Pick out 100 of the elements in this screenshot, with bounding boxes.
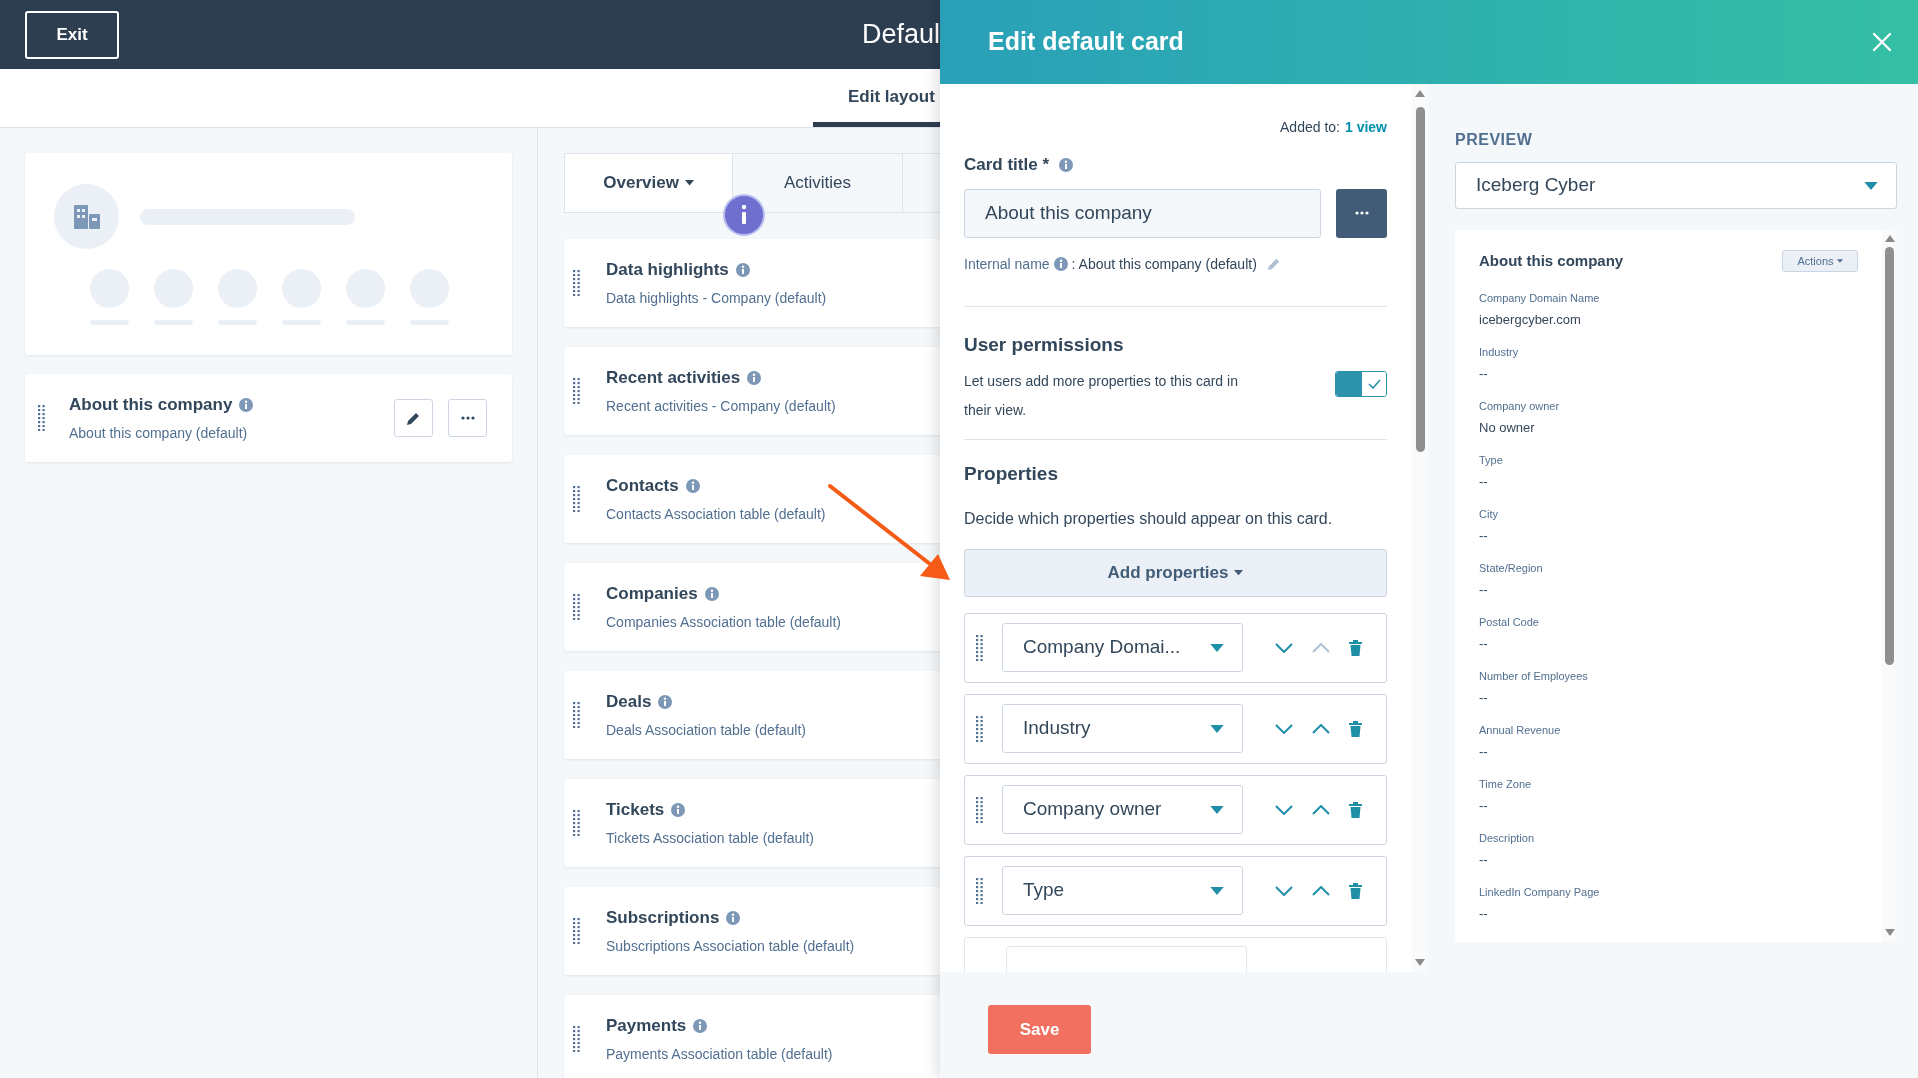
info-icon (1053, 257, 1068, 271)
property-select[interactable]: Industry (1002, 704, 1243, 753)
card-title: Deals (606, 690, 652, 713)
views-link[interactable]: 1 view (1344, 117, 1387, 138)
chevron-up-icon[interactable] (1312, 804, 1330, 815)
property-select[interactable]: Type (1002, 866, 1243, 915)
property-select[interactable]: Company Domai... (1002, 623, 1243, 672)
drag-handle-icon[interactable] (573, 1026, 580, 1052)
field-value: -- (1479, 526, 1489, 545)
info-icon (685, 478, 700, 493)
card-title: Recent activities (606, 366, 741, 389)
close-icon[interactable] (1872, 32, 1892, 52)
field-label: Postal Code (1479, 614, 1540, 629)
chevron-down-icon[interactable] (1275, 804, 1293, 815)
card-title: Subscriptions (606, 906, 720, 929)
drag-handle-icon[interactable] (976, 877, 983, 904)
drag-handle-icon[interactable] (573, 918, 580, 944)
field-value: -- (1479, 580, 1489, 599)
trash-icon[interactable] (1349, 882, 1362, 899)
card-title: Tickets (606, 798, 665, 821)
field-label: Card title * (964, 154, 1050, 176)
scroll-down-icon[interactable] (1415, 959, 1425, 966)
drag-handle-icon[interactable] (573, 270, 580, 296)
chevron-down-icon[interactable] (1275, 885, 1293, 896)
card-subtitle: Contacts Association table (default) (606, 505, 826, 525)
caret-icon (1210, 724, 1224, 733)
field-value: -- (1479, 634, 1489, 653)
field-label: State/Region (1479, 560, 1544, 575)
card-title: Companies (606, 582, 698, 605)
check-icon (1367, 379, 1381, 389)
panel-title: Edit default card (988, 26, 1184, 58)
scrollbar-thumb[interactable] (1885, 247, 1894, 665)
field-value: No owner (1479, 418, 1536, 437)
info-beacon-icon[interactable] (723, 194, 765, 236)
internal-name-label: Internal name (964, 254, 1050, 274)
field-label: Company Domain Name (1479, 290, 1601, 305)
card-subtitle: About this company (default) (69, 424, 249, 444)
drag-handle-icon[interactable] (573, 810, 580, 836)
drag-handle-icon[interactable] (573, 378, 580, 404)
card-subtitle: Deals Association table (default) (606, 721, 806, 741)
card-subtitle: Subscriptions Association table (default) (606, 937, 855, 957)
card-subtitle: Tickets Association table (default) (606, 829, 815, 849)
caret-icon (1836, 259, 1843, 264)
card-subtitle: Companies Association table (default) (606, 613, 842, 633)
info-icon (239, 397, 254, 412)
toggle-switch[interactable] (1335, 371, 1387, 397)
field-value: -- (1479, 850, 1489, 869)
drag-handle-icon[interactable] (976, 796, 983, 823)
field-label: Company owner (1479, 398, 1561, 413)
drag-handle-icon[interactable] (38, 405, 45, 431)
trash-icon[interactable] (1349, 639, 1362, 656)
chevron-down-icon[interactable] (1275, 642, 1293, 653)
trash-icon[interactable] (1349, 720, 1362, 737)
chevron-up-icon[interactable] (1312, 885, 1330, 896)
scrollbar-thumb[interactable] (1415, 107, 1425, 452)
page-title: Defaul (861, 21, 940, 48)
property-select[interactable]: Company owner (1002, 785, 1243, 834)
field-label: Annual Revenue (1479, 722, 1562, 737)
scroll-down-icon[interactable] (1884, 929, 1895, 936)
exit-button[interactable]: Exit (25, 10, 119, 59)
field-label: Description (1479, 830, 1536, 845)
field-label: Industry (1479, 344, 1520, 359)
card-title: About this company (69, 393, 233, 416)
section-heading: Properties (964, 462, 1059, 486)
more-button[interactable] (1336, 188, 1387, 238)
card-subtitle: Recent activities - Company (default) (606, 397, 836, 417)
trash-icon[interactable] (1349, 801, 1362, 818)
permissions-text: Let users add more properties to this card in their view. (964, 372, 1239, 420)
field-label: City (1479, 506, 1499, 521)
field-value: -- (1479, 688, 1489, 707)
caret-icon (1210, 886, 1224, 895)
drag-handle-icon[interactable] (573, 702, 580, 728)
field-label: Type (1479, 452, 1504, 467)
field-label: LinkedIn Company Page (1479, 884, 1601, 899)
edit-button[interactable] (394, 399, 433, 437)
actions-button[interactable]: Actions (1782, 250, 1858, 273)
field-label: Time Zone (1479, 776, 1533, 791)
info-icon (735, 262, 750, 277)
tab[interactable]: Activities (733, 154, 903, 212)
caret-icon (1864, 181, 1878, 190)
card-title: Payments (606, 1014, 687, 1037)
info-icon (671, 802, 686, 817)
scroll-up-icon[interactable] (1415, 90, 1425, 97)
card-title-field[interactable]: About this company (964, 188, 1321, 238)
chevron-down-icon[interactable] (1275, 723, 1293, 734)
info-icon (658, 694, 673, 709)
drag-handle-icon[interactable] (976, 634, 983, 661)
record-select[interactable]: Iceberg Cyber (1455, 162, 1897, 209)
chevron-up-icon[interactable] (1312, 723, 1330, 734)
card-subtitle: Payments Association table (default) (606, 1045, 833, 1065)
drag-handle-icon[interactable] (976, 715, 983, 742)
card-subtitle: Data highlights - Company (default) (606, 289, 827, 309)
internal-name-value: : About this company (default) (1071, 254, 1257, 274)
drag-handle-icon[interactable] (573, 486, 580, 512)
add-properties-button[interactable]: Add properties (964, 548, 1387, 597)
scroll-up-icon[interactable] (1884, 235, 1895, 242)
caret-icon (684, 180, 694, 186)
card-title: Data highlights (606, 258, 729, 281)
drag-handle-icon[interactable] (573, 594, 580, 620)
info-icon (747, 370, 762, 385)
